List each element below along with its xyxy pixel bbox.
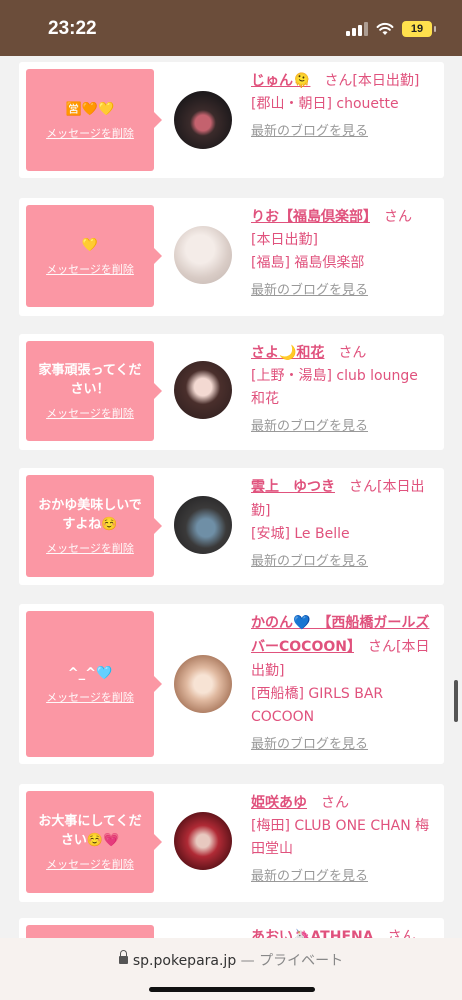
avatar[interactable] [174, 496, 232, 554]
message-text: ^_^🩵 [67, 665, 113, 681]
shop-line: [安城] Le Belle [251, 526, 350, 542]
message-card: 🈺🧡💛 メッセージを削除 じゅん🫠 さん[本日出勤] [郡山・朝日] choue… [19, 62, 444, 178]
profile-name-link[interactable]: 雲上 ゆつき [251, 479, 335, 495]
message-bubble: 🈺🧡💛 メッセージを削除 [26, 69, 162, 171]
shop-line: [西船橋] GIRLS BAR COCOON [251, 686, 384, 725]
message-card: 家事頑張ってください！ メッセージを削除 さよ🌙和花 さん [上野・湯島] cl… [19, 334, 444, 450]
profile-info: じゅん🫠 さん[本日出勤] [郡山・朝日] chouette 最新のブログを見る [251, 69, 431, 142]
profile-name-link[interactable]: さよ🌙和花 [251, 345, 324, 361]
lock-icon [118, 950, 128, 964]
scrollbar[interactable] [454, 680, 458, 722]
name-suffix: さん [384, 209, 412, 225]
battery-icon: 19 [402, 21, 436, 37]
message-text: 💛 [81, 237, 99, 253]
message-card: おかゆ美味しいですよね☺️ メッセージを削除 雲上 ゆつき さん[本日出勤] [… [19, 468, 444, 585]
delete-message-link[interactable]: メッセージを削除 [46, 125, 134, 141]
profile-info: りお【福島倶楽部】 さん [本日出勤] [福島] 福島倶楽部 最新のブログを見る [251, 205, 431, 301]
profile-info: 雲上 ゆつき さん[本日出勤] [安城] Le Belle 最新のブログを見る [251, 475, 431, 572]
name-suffix: さん[本日出勤] [324, 73, 420, 89]
message-text: お大事にしてください☺️💗 [38, 814, 142, 848]
status-line: [本日出勤] [251, 232, 318, 248]
latest-blog-link[interactable]: 最新のブログを見る [251, 122, 431, 142]
message-bubble: 💛 メッセージを削除 [26, 205, 162, 307]
profile-name-link[interactable]: りお【福島倶楽部】 [251, 209, 370, 225]
shop-line: [梅田] CLUB ONE CHAN 梅田堂山 [251, 818, 430, 857]
avatar[interactable] [174, 91, 232, 149]
url-separator: — [240, 953, 255, 969]
message-text: 🈺🧡💛 [65, 101, 115, 117]
delete-message-link[interactable]: メッセージを削除 [46, 405, 134, 421]
status-bar: 23:22 19 [0, 0, 462, 56]
delete-message-link[interactable]: メッセージを削除 [46, 689, 134, 705]
latest-blog-link[interactable]: 最新のブログを見る [251, 417, 431, 437]
wifi-icon [376, 22, 394, 35]
delete-message-link[interactable]: メッセージを削除 [46, 540, 134, 556]
message-text: 家事頑張ってください！ [38, 363, 142, 397]
cellular-signal-icon [346, 22, 368, 36]
profile-name-link[interactable]: じゅん🫠 [251, 73, 310, 89]
profile-name-link[interactable]: 姫咲あゆ [251, 795, 307, 811]
url-domain: sp.pokepara.jp [132, 953, 237, 969]
latest-blog-link[interactable]: 最新のブログを見る [251, 735, 431, 755]
latest-blog-link[interactable]: 最新のブログを見る [251, 552, 431, 572]
private-mode-label: プライベート [259, 953, 344, 969]
avatar[interactable] [174, 812, 232, 870]
message-card: ^_^🩵 メッセージを削除 かのん💙 【西船橋ガールズバーCOCOON】 さん[… [19, 604, 444, 764]
status-icons: 19 [346, 21, 436, 37]
delete-message-link[interactable]: メッセージを削除 [46, 261, 134, 277]
profile-info: さよ🌙和花 さん [上野・湯島] club lounge 和花 最新のブログを見… [251, 341, 431, 437]
home-indicator[interactable] [149, 987, 315, 992]
avatar[interactable] [174, 655, 232, 713]
latest-blog-link[interactable]: 最新のブログを見る [251, 867, 431, 887]
message-bubble: おかゆ美味しいですよね☺️ メッセージを削除 [26, 475, 162, 577]
avatar[interactable] [174, 226, 232, 284]
profile-info: 姫咲あゆ さん [梅田] CLUB ONE CHAN 梅田堂山 最新のブログを見… [251, 791, 431, 887]
shop-line: [福島] 福島倶楽部 [251, 255, 365, 271]
status-time: 23:22 [48, 18, 97, 39]
message-bubble: ^_^🩵 メッセージを削除 [26, 611, 162, 757]
avatar[interactable] [174, 361, 232, 419]
profile-info: かのん💙 【西船橋ガールズバーCOCOON】 さん[本日出勤] [西船橋] GI… [251, 611, 431, 755]
message-bubble: お大事にしてください☺️💗 メッセージを削除 [26, 791, 162, 893]
browser-url-bar[interactable]: sp.pokepara.jp — プライベート [0, 938, 462, 1000]
message-card: お大事にしてください☺️💗 メッセージを削除 姫咲あゆ さん [梅田] CLUB… [19, 784, 444, 902]
latest-blog-link[interactable]: 最新のブログを見る [251, 281, 431, 301]
shop-line: [郡山・朝日] chouette [251, 96, 399, 112]
message-text: おかゆ美味しいですよね☺️ [38, 498, 142, 532]
name-suffix: さん [321, 795, 349, 811]
shop-line: [上野・湯島] club lounge 和花 [251, 368, 418, 407]
name-suffix: さん [338, 345, 367, 361]
delete-message-link[interactable]: メッセージを削除 [46, 856, 134, 872]
message-bubble: 家事頑張ってください！ メッセージを削除 [26, 341, 162, 441]
message-card: 💛 メッセージを削除 りお【福島倶楽部】 さん [本日出勤] [福島] 福島倶楽… [19, 198, 444, 316]
